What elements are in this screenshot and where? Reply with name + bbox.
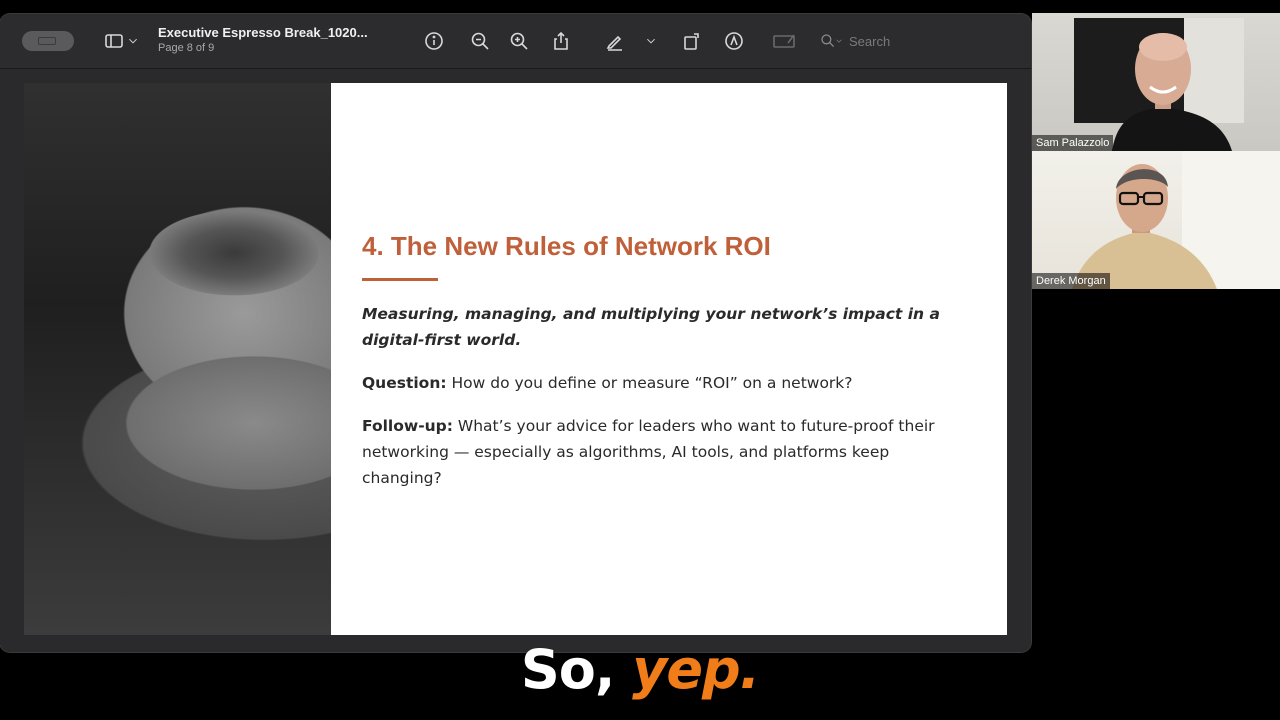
participant-name: Derek Morgan [1032,273,1110,289]
search-icon [821,34,835,48]
chevron-down-icon [836,39,842,43]
title-divider [362,278,438,281]
info-icon[interactable] [422,29,446,53]
question-paragraph: Question: How do you define or measure “… [362,370,962,396]
slide-title: 4. The New Rules of Network ROI [362,231,771,261]
markup-icon[interactable] [722,29,746,53]
participant-name: Sam Palazzolo [1032,135,1114,151]
coffee-cup-photo [24,83,331,635]
document-canvas[interactable]: 4. The New Rules of Network ROI Measurin… [0,69,1031,652]
question-label: Question: [362,374,447,392]
slide-subtitle: Measuring, managing, and multiplying you… [362,305,940,349]
slide-page: 4. The New Rules of Network ROI Measurin… [331,83,1007,635]
chevron-down-icon[interactable] [644,29,658,53]
page-indicator: Page 8 of 9 [158,42,215,54]
participant-tile: Derek Morgan [1032,151,1280,289]
participant-video [1072,151,1280,289]
participant-video [1074,18,1244,151]
participant-tile: Sam Palazzolo [1032,13,1280,151]
search-field[interactable]: Search [812,27,1018,55]
slide-body: Measuring, managing, and multiplying you… [362,301,962,508]
rotate-icon[interactable] [680,29,704,53]
question-text: How do you define or measure “ROI” on a … [446,374,853,392]
toolbar: Executive Espresso Break_1020... Page 8 … [0,14,1031,69]
sidebar-icon[interactable] [102,29,126,53]
document-title: Executive Espresso Break_1020... [158,25,368,40]
window-controls[interactable] [22,31,74,51]
followup-label: Follow-up: [362,417,453,435]
form-fill-icon [770,29,798,53]
search-placeholder: Search [849,33,891,49]
share-icon[interactable] [549,29,573,53]
zoom-out-icon[interactable] [468,29,492,53]
zoom-in-icon[interactable] [507,29,531,53]
preview-window: Executive Espresso Break_1020... Page 8 … [0,14,1031,652]
chevron-down-icon[interactable] [126,29,140,53]
caption-highlight-word: yep. [632,638,760,701]
pen-icon[interactable] [603,29,627,53]
followup-paragraph: Follow-up: What’s your advice for leader… [362,413,962,491]
caption-word: So, [520,638,616,701]
caption: So, yep. [0,638,1280,701]
